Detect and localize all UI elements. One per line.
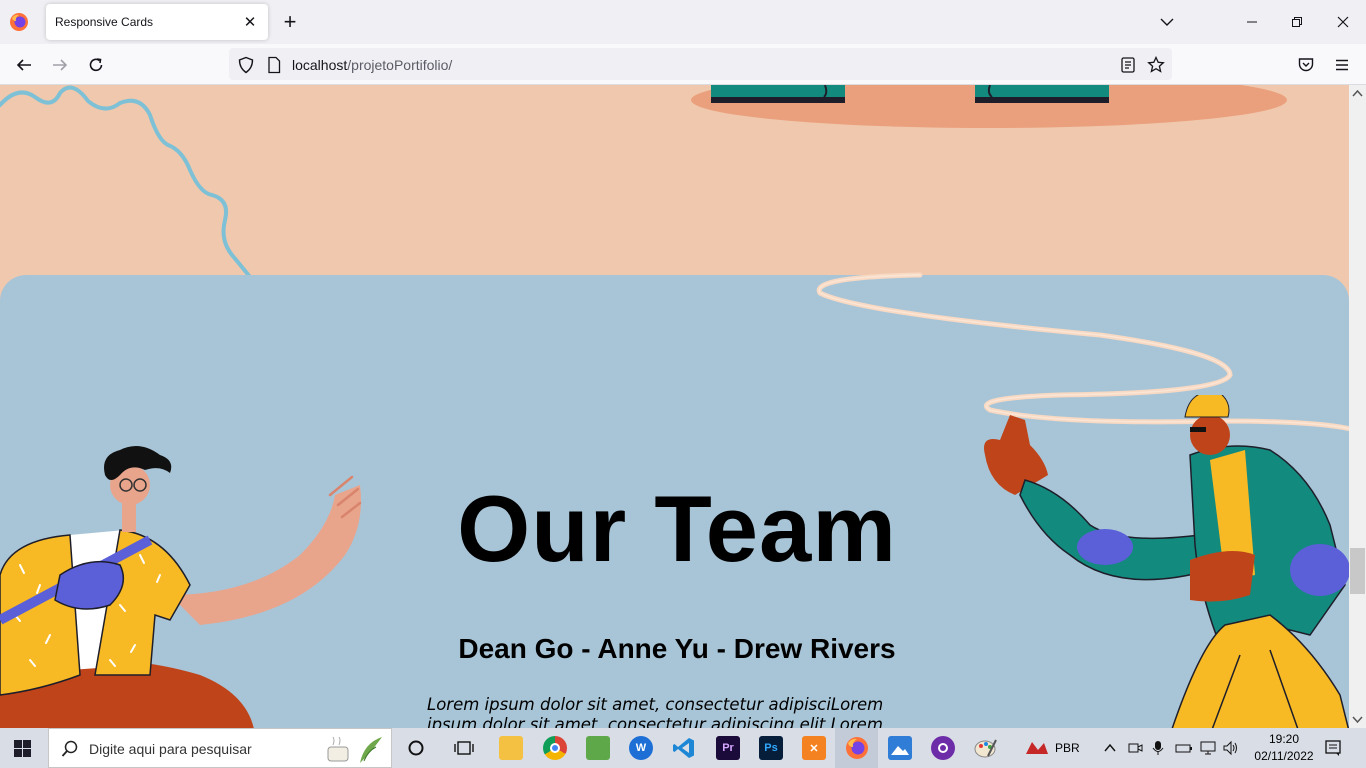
scrollbar-thumb[interactable] <box>1350 548 1365 594</box>
list-all-tabs-icon[interactable] <box>1158 14 1176 30</box>
pocket-icon[interactable] <box>1295 54 1317 76</box>
navigation-toolbar: localhost/projetoPortifolio/ <box>0 44 1366 85</box>
tracking-protection-shield-icon[interactable] <box>237 56 255 74</box>
photos-icon[interactable] <box>888 736 912 760</box>
reader-view-icon[interactable] <box>1119 56 1137 74</box>
file-explorer-icon[interactable] <box>499 736 523 760</box>
firefox-menu-icon[interactable] <box>9 12 29 32</box>
firefox-icon[interactable] <box>845 736 869 760</box>
forward-icon[interactable] <box>49 54 71 76</box>
tab-title: Responsive Cards <box>55 15 154 29</box>
vscode-icon[interactable] <box>672 736 696 760</box>
search-placeholder: Digite aqui para pesquisar <box>89 741 252 757</box>
meet-now-icon[interactable] <box>1127 740 1143 756</box>
clock-date[interactable]: 02/11/2022 <box>1249 749 1319 763</box>
clock-time[interactable]: 19:20 <box>1262 732 1306 746</box>
team-heading: Our Team <box>457 476 897 581</box>
tab-strip: Responsive Cards ✕ + <box>0 0 1366 44</box>
notifications-icon[interactable] <box>1324 739 1342 757</box>
scroll-up-icon[interactable] <box>1351 88 1364 100</box>
team-description: Lorem ipsum dolor sit amet, consectetur … <box>427 695 884 728</box>
page-viewport: Our Team Dean Go - Anne Yu - Drew Rivers… <box>0 85 1349 728</box>
task-view-icon[interactable] <box>454 739 474 757</box>
cortana-icon[interactable] <box>407 739 425 757</box>
ruby-icon[interactable] <box>1024 740 1050 756</box>
app-menu-icon[interactable] <box>1331 54 1353 76</box>
squiggle-decoration <box>0 85 252 279</box>
notepad-icon[interactable] <box>586 736 610 760</box>
xampp-icon[interactable]: ✕ <box>802 736 826 760</box>
url-host: localhost <box>292 57 348 73</box>
search-icon <box>61 740 78 757</box>
word-icon[interactable]: W <box>629 736 653 760</box>
premiere-icon[interactable]: Pr <box>716 736 740 760</box>
close-window-icon[interactable] <box>1331 10 1355 34</box>
url-bar[interactable]: localhost/projetoPortifolio/ <box>229 48 1172 80</box>
team-member-names: Dean Go - Anne Yu - Drew Rivers <box>458 633 896 664</box>
scroll-down-icon[interactable] <box>1351 713 1364 725</box>
search-highlight-tea-icon <box>327 736 382 763</box>
team-section: Our Team Dean Go - Anne Yu - Drew Rivers… <box>0 272 1349 728</box>
start-icon[interactable] <box>14 740 31 762</box>
taskbar-search-box[interactable]: Digite aqui para pesquisar <box>48 728 392 768</box>
bookmark-star-icon[interactable] <box>1147 56 1165 74</box>
minimize-window-icon[interactable] <box>1240 10 1264 34</box>
new-tab-icon[interactable]: + <box>280 11 300 33</box>
url-path: /projetoPortifolio/ <box>347 57 453 73</box>
language-indicator[interactable]: PBR <box>1055 741 1080 755</box>
github-icon[interactable] <box>931 736 955 760</box>
reload-icon[interactable] <box>85 54 107 76</box>
battery-icon[interactable] <box>1175 740 1193 756</box>
chrome-icon[interactable] <box>543 736 567 760</box>
network-icon[interactable] <box>1199 740 1217 756</box>
show-hidden-icons-icon[interactable] <box>1103 742 1117 754</box>
back-icon[interactable] <box>13 54 35 76</box>
windows-taskbar: Digite aqui para pesquisar W Pr Ps ✕ PBR <box>0 728 1366 768</box>
paint-icon[interactable] <box>974 736 998 760</box>
prev-section-illustration <box>691 85 1287 128</box>
restore-window-icon[interactable] <box>1285 10 1309 34</box>
microphone-icon[interactable] <box>1151 740 1165 756</box>
close-tab-icon[interactable]: ✕ <box>240 12 260 32</box>
page-scrollbar[interactable] <box>1349 85 1366 728</box>
browser-tab[interactable]: Responsive Cards ✕ <box>46 4 268 40</box>
photoshop-icon[interactable]: Ps <box>759 736 783 760</box>
url-text: localhost/projetoPortifolio/ <box>292 57 452 73</box>
volume-icon[interactable] <box>1222 740 1240 756</box>
page-info-icon[interactable] <box>265 56 283 74</box>
